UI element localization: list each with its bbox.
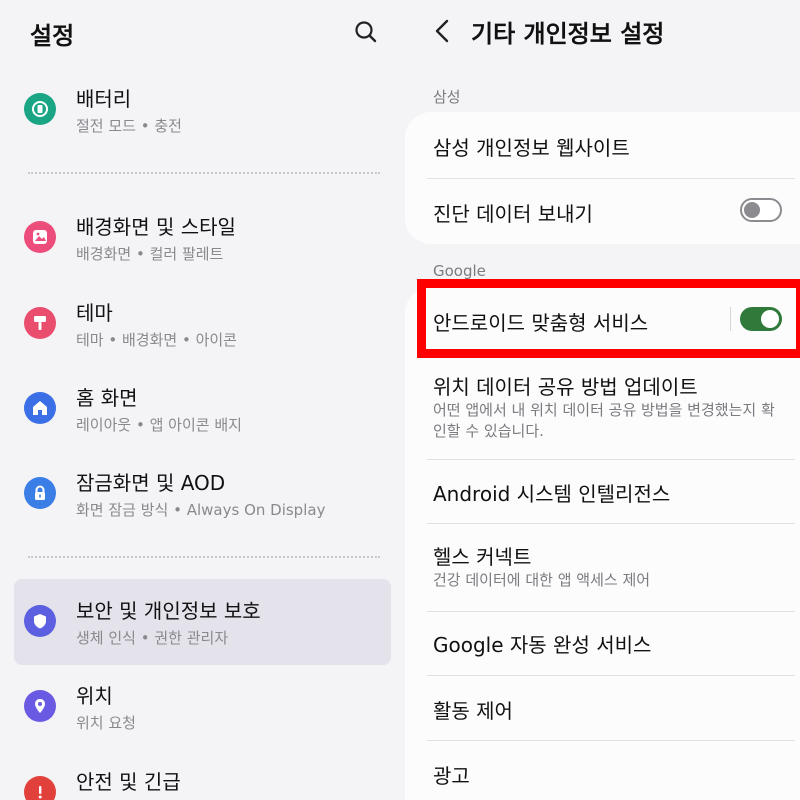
item-subtitle: 화면 잠금 방식 • Always On Display: [76, 501, 326, 519]
item-subtitle: 위치 요청: [76, 714, 136, 732]
settings-item-security[interactable]: 보안 및 개인정보 보호 생체 인식 • 권한 관리자: [14, 579, 391, 665]
item-subtitle: 배경화면 • 컬러 팔레트: [76, 245, 224, 263]
location-icon: [24, 690, 56, 722]
row-title: 광고: [433, 764, 470, 788]
row-title: 진단 데이터 보내기: [433, 202, 593, 226]
row-ads[interactable]: 광고: [433, 740, 795, 800]
row-subtitle: 어떤 앱에서 내 위치 데이터 공유 방법을 변경했는지 확인할 수 있습니다.: [433, 401, 775, 440]
settings-item-wallpaper[interactable]: 배경화면 및 스타일 배경화면 • 컬러 팔레트: [14, 195, 391, 281]
item-title: 잠금화면 및 AOD: [76, 471, 226, 495]
item-subtitle: 절전 모드 • 충전: [76, 117, 182, 135]
item-title: 배터리: [76, 87, 132, 111]
item-title: 보안 및 개인정보 보호: [76, 599, 261, 623]
settings-item-home-screen[interactable]: 홈 화면 레이아웃 • 앱 아이콘 배지: [14, 366, 391, 452]
row-title: 활동 제어: [433, 699, 513, 723]
back-arrow-icon[interactable]: [429, 14, 459, 48]
settings-item-lockscreen[interactable]: 잠금화면 및 AOD 화면 잠금 방식 • Always On Display: [14, 451, 391, 537]
item-subtitle: 생체 인식 • 권한 관리자: [76, 629, 229, 647]
settings-item-theme[interactable]: 테마 테마 • 배경화면 • 아이콘: [14, 281, 391, 367]
page-title: 기타 개인정보 설정: [471, 20, 665, 48]
item-title: 테마: [76, 301, 113, 325]
item-title: 위치: [76, 684, 113, 708]
row-send-diagnostic-data[interactable]: 진단 데이터 보내기: [433, 178, 795, 244]
row-location-data-sharing-updates[interactable]: 위치 데이터 공유 방법 업데이트 어떤 앱에서 내 위치 데이터 공유 방법을…: [433, 361, 795, 447]
row-title: Google 자동 완성 서비스: [433, 633, 652, 657]
home-icon: [24, 392, 56, 424]
row-title: Android 시스템 인텔리전스: [433, 482, 671, 506]
row-title: 헬스 커넥트: [433, 545, 532, 569]
highlight-box: [417, 279, 800, 358]
divider: [28, 556, 380, 558]
item-subtitle: 레이아웃 • 앱 아이콘 배지: [76, 416, 242, 434]
other-privacy-settings-panel: 기타 개인정보 설정 삼성 삼성 개인정보 웹사이트 진단 데이터 보내기 Go…: [405, 0, 800, 800]
battery-icon: [24, 93, 56, 125]
settings-header: 설정: [30, 12, 390, 52]
section-label-google: Google: [433, 262, 486, 280]
settings-item-battery[interactable]: 배터리 절전 모드 • 충전: [14, 67, 391, 153]
row-samsung-privacy-website[interactable]: 삼성 개인정보 웹사이트: [433, 112, 795, 178]
row-subtitle: 건강 데이터에 대한 앱 액세스 제어: [433, 571, 651, 589]
shield-icon: [24, 605, 56, 637]
item-title: 배경화면 및 스타일: [76, 215, 236, 239]
diagnostic-data-toggle[interactable]: [740, 198, 782, 222]
row-health-connect[interactable]: 헬스 커넥트 건강 데이터에 대한 앱 액세스 제어: [433, 523, 795, 607]
item-title: 안전 및 긴급: [76, 770, 181, 794]
settings-item-safety[interactable]: 안전 및 긴급: [14, 750, 391, 800]
row-title: 위치 데이터 공유 방법 업데이트: [433, 375, 698, 399]
row-activity-controls[interactable]: 활동 제어: [433, 675, 795, 739]
search-icon[interactable]: [352, 18, 380, 46]
item-subtitle: 테마 • 배경화면 • 아이콘: [76, 331, 237, 349]
page-title: 설정: [30, 22, 75, 50]
row-android-system-intelligence[interactable]: Android 시스템 인텔리전스: [433, 459, 795, 523]
samsung-card: 삼성 개인정보 웹사이트 진단 데이터 보내기: [405, 112, 800, 244]
row-google-autofill[interactable]: Google 자동 완성 서비스: [433, 611, 795, 675]
section-label-samsung: 삼성: [433, 88, 461, 106]
google-card: 안드로이드 맞춤형 서비스 위치 데이터 공유 방법 업데이트 어떤 앱에서 내…: [405, 287, 800, 800]
emergency-icon: [24, 776, 56, 800]
item-title: 홈 화면: [76, 386, 138, 410]
settings-item-location[interactable]: 위치 위치 요청: [14, 664, 391, 750]
wallpaper-icon: [24, 221, 56, 253]
lock-icon: [24, 477, 56, 509]
settings-panel: 설정 배터리 절전 모드 • 충전 배경화면 및 스타일 배경화면 • 컬러 팔…: [0, 0, 405, 800]
divider: [28, 172, 380, 174]
row-title: 삼성 개인정보 웹사이트: [433, 136, 630, 160]
theme-icon: [24, 307, 56, 339]
